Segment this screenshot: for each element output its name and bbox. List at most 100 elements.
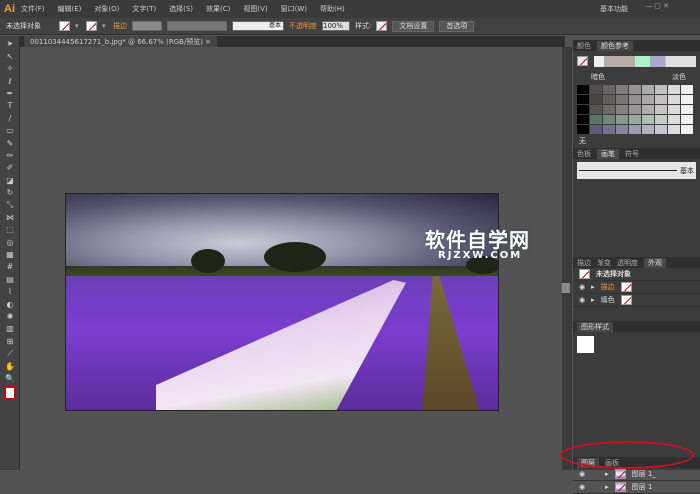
lasso-tool-icon[interactable]: ℓ: [4, 77, 16, 86]
pen-tool-icon[interactable]: ✒: [4, 89, 16, 98]
color-variation-cell[interactable]: [681, 115, 693, 124]
opacity-input[interactable]: 100%: [322, 21, 350, 31]
color-variation-cell[interactable]: [603, 115, 615, 124]
base-color-swatch[interactable]: [577, 56, 588, 66]
menu-view[interactable]: 视图(V): [243, 4, 267, 14]
color-variation-cell[interactable]: [603, 125, 615, 134]
menu-effect[interactable]: 效果(C): [206, 4, 230, 14]
menu-window[interactable]: 窗口(W): [281, 4, 307, 14]
layer-name[interactable]: 图层 1_: [632, 469, 656, 479]
color-variation-cell[interactable]: [642, 125, 654, 134]
color-variation-cell[interactable]: [616, 125, 628, 134]
color-variation-cell[interactable]: [590, 105, 602, 114]
eyedropper-tool-icon[interactable]: ⌇: [4, 287, 16, 296]
variable-width-select[interactable]: [167, 21, 227, 31]
color-variation-cell[interactable]: [655, 85, 667, 94]
color-variation-cell[interactable]: [577, 85, 589, 94]
color-variation-cell[interactable]: [590, 95, 602, 104]
menu-select[interactable]: 选择(S): [169, 4, 193, 14]
stroke-swatch[interactable]: [86, 21, 97, 31]
preferences-button[interactable]: 首选项: [439, 21, 474, 32]
color-variation-grid[interactable]: [577, 85, 700, 134]
direct-selection-tool-icon[interactable]: ↖: [4, 52, 16, 61]
color-variation-cell[interactable]: [629, 85, 641, 94]
scale-tool-icon[interactable]: ⤡: [4, 200, 16, 209]
rectangle-tool-icon[interactable]: ▭: [4, 126, 16, 135]
workspace-switcher[interactable]: 基本功能: [600, 4, 628, 14]
color-variation-cell[interactable]: [629, 115, 641, 124]
blend-tool-icon[interactable]: ◐: [4, 300, 16, 309]
paintbrush-tool-icon[interactable]: ✎: [4, 139, 16, 148]
layer-name[interactable]: 图层 1: [632, 482, 653, 492]
eye-icon[interactable]: ◉: [579, 283, 585, 291]
hand-tool-icon[interactable]: ✋: [4, 362, 16, 371]
blob-brush-tool-icon[interactable]: ✐: [4, 163, 16, 172]
menu-file[interactable]: 文件(F): [21, 4, 45, 14]
harmony-rules-select[interactable]: [594, 56, 696, 67]
selection-tool-icon[interactable]: ➤: [4, 39, 16, 48]
color-variation-cell[interactable]: [616, 105, 628, 114]
magic-wand-tool-icon[interactable]: ✧: [4, 64, 16, 73]
appearance-fill-row[interactable]: ◉▸填色: [573, 294, 700, 307]
mesh-tool-icon[interactable]: #: [4, 262, 16, 271]
color-variation-cell[interactable]: [616, 115, 628, 124]
tab-brushes[interactable]: 画笔: [597, 149, 619, 159]
color-variation-cell[interactable]: [629, 95, 641, 104]
tab-color[interactable]: 颜色: [577, 41, 591, 51]
appearance-stroke-row[interactable]: ◉▸描边: [573, 281, 700, 294]
color-variation-cell[interactable]: [603, 95, 615, 104]
tab-gradient[interactable]: 渐变: [597, 258, 611, 268]
menu-edit[interactable]: 编辑(E): [58, 4, 82, 14]
color-variation-cell[interactable]: [577, 95, 589, 104]
menu-object[interactable]: 对象(O): [94, 4, 119, 14]
eye-icon[interactable]: ◉: [579, 470, 585, 478]
line-tool-icon[interactable]: /: [4, 114, 16, 123]
eye-icon[interactable]: ◉: [579, 296, 585, 304]
eye-icon[interactable]: ◉: [579, 483, 585, 491]
color-variation-cell[interactable]: [681, 95, 693, 104]
color-variation-cell[interactable]: [668, 85, 680, 94]
color-variation-cell[interactable]: [681, 125, 693, 134]
color-variation-cell[interactable]: [655, 95, 667, 104]
color-variation-cell[interactable]: [629, 125, 641, 134]
fill-swatch-none[interactable]: [621, 295, 632, 305]
color-variation-cell[interactable]: [642, 85, 654, 94]
color-variation-cell[interactable]: [616, 85, 628, 94]
color-variation-cell[interactable]: [603, 105, 615, 114]
fill-swatch[interactable]: [59, 21, 70, 31]
free-transform-tool-icon[interactable]: ⬚: [4, 225, 16, 234]
panel-dock-scrollbar[interactable]: [562, 47, 572, 470]
stroke-swatch-none[interactable]: [621, 282, 632, 292]
opacity-label[interactable]: 不透明度: [289, 21, 317, 31]
color-variation-cell[interactable]: [642, 95, 654, 104]
color-variation-cell[interactable]: [577, 105, 589, 114]
tab-graphic-styles[interactable]: 图形样式: [577, 322, 613, 332]
stroke-attribute[interactable]: 描边: [601, 282, 615, 292]
fill-attribute[interactable]: 填色: [601, 295, 615, 305]
color-variation-cell[interactable]: [681, 85, 693, 94]
color-variation-cell[interactable]: [616, 95, 628, 104]
color-variation-cell[interactable]: [577, 115, 589, 124]
eraser-tool-icon[interactable]: ◪: [4, 176, 16, 185]
pencil-tool-icon[interactable]: ✏: [4, 151, 16, 160]
shape-builder-tool-icon[interactable]: ◎: [4, 238, 16, 247]
stroke-weight-input[interactable]: [132, 21, 162, 31]
tab-color-guide[interactable]: 颜色参考: [597, 41, 633, 51]
color-variation-cell[interactable]: [590, 125, 602, 134]
tab-transparency[interactable]: 透明度: [617, 258, 638, 268]
tab-symbols[interactable]: 符号: [625, 149, 639, 159]
tab-appearance[interactable]: 外观: [644, 258, 666, 268]
gradient-tool-icon[interactable]: ▤: [4, 275, 16, 284]
color-variation-cell[interactable]: [655, 105, 667, 114]
artboard-tool-icon[interactable]: ⊞: [4, 337, 16, 346]
tab-stroke[interactable]: 描边: [577, 258, 591, 268]
color-variation-cell[interactable]: [668, 115, 680, 124]
perspective-grid-tool-icon[interactable]: ▦: [4, 250, 16, 259]
stroke-label[interactable]: 描边: [113, 21, 127, 31]
default-graphic-style[interactable]: [577, 336, 594, 353]
color-variation-cell[interactable]: [642, 115, 654, 124]
document-setup-button[interactable]: 文档设置: [392, 21, 434, 32]
color-variation-cell[interactable]: [655, 115, 667, 124]
zoom-tool-icon[interactable]: 🔍: [4, 374, 16, 383]
fill-stroke-icon[interactable]: [4, 386, 16, 400]
